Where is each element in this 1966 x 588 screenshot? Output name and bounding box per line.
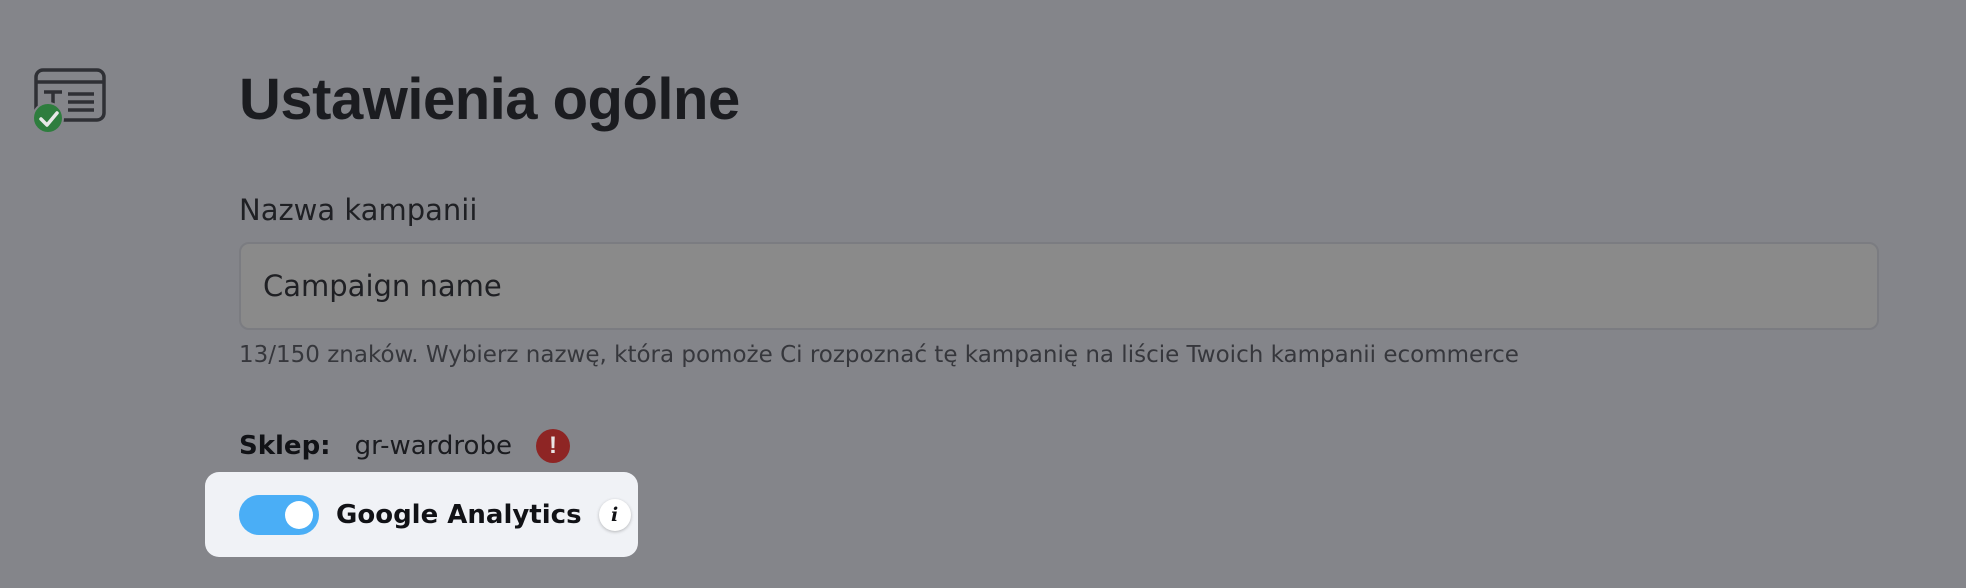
shop-label: Sklep:	[239, 431, 331, 461]
toggle-knob	[285, 500, 313, 529]
info-icon[interactable]: i	[598, 498, 631, 531]
google-analytics-toggle[interactable]	[239, 494, 319, 535]
campaign-name-helper: 13/150 znaków. Wybierz nazwę, która pomo…	[239, 342, 1519, 368]
exclamation-circle-icon[interactable]: !	[535, 429, 570, 463]
campaign-name-input[interactable]	[239, 242, 1879, 330]
section-icon	[32, 66, 110, 138]
google-analytics-card: Google Analytics i	[205, 472, 638, 557]
campaign-name-label: Nazwa kampanii	[239, 193, 478, 227]
google-analytics-label: Google Analytics	[336, 499, 582, 530]
page-title: Ustawienia ogólne	[239, 67, 740, 132]
shop-value: gr-wardrobe	[354, 431, 512, 461]
shop-row: Sklep: gr-wardrobe !	[239, 426, 570, 466]
check-circle-icon	[32, 102, 64, 134]
